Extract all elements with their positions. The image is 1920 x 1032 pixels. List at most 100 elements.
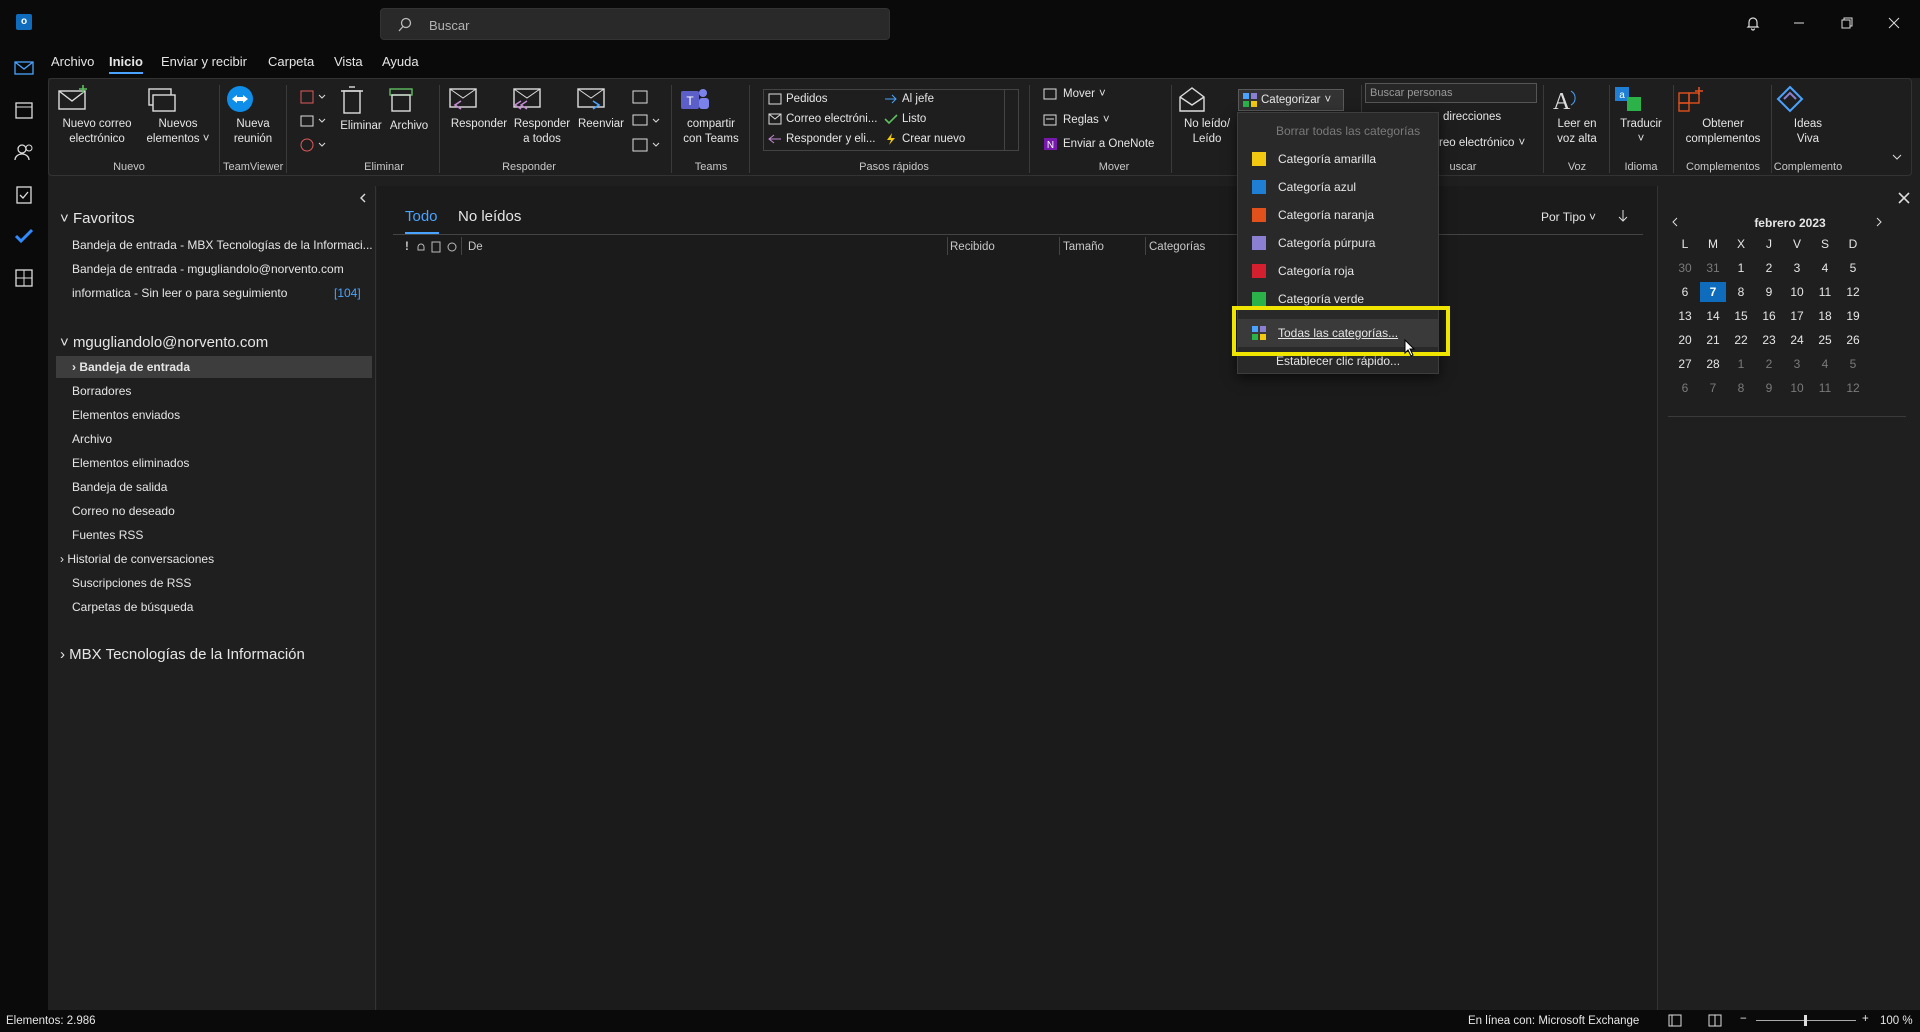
calendar-day[interactable]: 24 bbox=[1784, 330, 1810, 350]
minimize-button[interactable] bbox=[1776, 10, 1822, 36]
calendar-day[interactable]: 7 bbox=[1700, 378, 1726, 398]
calendar-day[interactable]: 25 bbox=[1812, 330, 1838, 350]
calendar-day[interactable]: 8 bbox=[1728, 282, 1754, 302]
quick-step-crear-nuevo[interactable]: Crear nuevo bbox=[884, 133, 965, 145]
get-addins-button[interactable]: Obtener complementos bbox=[1677, 85, 1769, 147]
favorite-item[interactable]: Bandeja de entrada - mgugliandolo@norven… bbox=[72, 262, 344, 276]
zoom-slider-thumb[interactable] bbox=[1804, 1015, 1807, 1026]
folder-item[interactable]: Elementos enviados bbox=[72, 408, 180, 422]
calendar-day[interactable]: 27 bbox=[1672, 354, 1698, 374]
categorize-button[interactable]: Categorizar ˅ bbox=[1238, 89, 1344, 111]
calendar-day[interactable]: 8 bbox=[1728, 378, 1754, 398]
calendar-day[interactable]: 5 bbox=[1840, 258, 1866, 278]
column-from[interactable]: De bbox=[468, 241, 483, 253]
folder-item-inbox[interactable]: › Bandeja de entrada bbox=[56, 356, 372, 378]
calendar-day[interactable]: 16 bbox=[1756, 306, 1782, 326]
ignore-icon[interactable] bbox=[299, 89, 327, 105]
calendar-day[interactable]: 4 bbox=[1812, 258, 1838, 278]
menu-item-category[interactable]: Categoría azul bbox=[1238, 173, 1438, 201]
menu-item-category[interactable]: Categoría roja bbox=[1238, 257, 1438, 285]
favorite-item[interactable]: Bandeja de entrada - MBX Tecnologías de … bbox=[72, 238, 373, 252]
quick-step-correo[interactable]: Correo electróni... bbox=[768, 113, 877, 125]
prev-month-chevron-icon[interactable] bbox=[1670, 216, 1680, 228]
folder-item[interactable]: Carpetas de búsqueda bbox=[72, 600, 193, 614]
calendar-day[interactable]: 4 bbox=[1812, 354, 1838, 374]
read-aloud-button[interactable]: A Leer en voz alta bbox=[1549, 85, 1605, 147]
calendar-day[interactable]: 15 bbox=[1728, 306, 1754, 326]
calendar-day[interactable]: 12 bbox=[1840, 378, 1866, 398]
quick-step-responder-eliminar[interactable]: Responder y eli... bbox=[768, 133, 876, 145]
menu-item-category[interactable]: Categoría púrpura bbox=[1238, 229, 1438, 257]
folder-item[interactable]: Archivo bbox=[72, 432, 112, 446]
address-book-button[interactable]: direcciones bbox=[1443, 111, 1501, 123]
folder-item[interactable]: Fuentes RSS bbox=[72, 528, 143, 542]
calendar-day[interactable]: 7 bbox=[1700, 282, 1726, 302]
share-teams-button[interactable]: T compartir con Teams bbox=[679, 85, 743, 147]
tab-enviar-recibir[interactable]: Enviar y recibir bbox=[161, 54, 247, 69]
calendar-day[interactable]: 6 bbox=[1672, 282, 1698, 302]
normal-view-icon[interactable] bbox=[1668, 1014, 1682, 1027]
menu-item-category[interactable]: Categoría amarilla bbox=[1238, 145, 1438, 173]
translate-button[interactable]: a Traducir ˅ bbox=[1613, 85, 1669, 147]
collapse-pane-chevron-icon[interactable] bbox=[358, 192, 368, 204]
calendar-day[interactable]: 2 bbox=[1756, 258, 1782, 278]
reading-view-icon[interactable] bbox=[1708, 1014, 1722, 1027]
calendar-day[interactable]: 10 bbox=[1784, 378, 1810, 398]
meeting-reply-icon[interactable] bbox=[631, 89, 651, 105]
calendar-day[interactable]: 12 bbox=[1840, 282, 1866, 302]
move-button[interactable]: Mover ˅ bbox=[1043, 87, 1106, 101]
tasks-icon[interactable] bbox=[12, 182, 36, 206]
zoom-out-button[interactable]: − bbox=[1740, 1013, 1747, 1025]
apps-icon[interactable] bbox=[12, 266, 36, 290]
folder-item[interactable]: Correo no deseado bbox=[72, 504, 175, 518]
calendar-day[interactable]: 31 bbox=[1700, 258, 1726, 278]
sort-by-dropdown[interactable]: Por Tipo ˅ bbox=[1541, 210, 1596, 224]
calendar-day[interactable]: 10 bbox=[1784, 282, 1810, 302]
im-reply-icon[interactable] bbox=[631, 113, 661, 129]
folder-item[interactable]: Borradores bbox=[72, 384, 131, 398]
folder-item[interactable]: Suscripciones de RSS bbox=[72, 576, 191, 590]
search-box[interactable]: Buscar bbox=[380, 8, 890, 40]
calendar-day[interactable]: 13 bbox=[1672, 306, 1698, 326]
calendar-day[interactable]: 20 bbox=[1672, 330, 1698, 350]
tab-carpeta[interactable]: Carpeta bbox=[268, 54, 314, 69]
calendar-day[interactable]: 17 bbox=[1784, 306, 1810, 326]
reminder-column-icon[interactable] bbox=[415, 241, 427, 253]
column-importance[interactable]: ! bbox=[405, 241, 409, 253]
search-people-input[interactable]: Buscar personas bbox=[1365, 83, 1537, 103]
rules-button[interactable]: Reglas ˅ bbox=[1043, 113, 1110, 127]
calendar-day[interactable]: 26 bbox=[1840, 330, 1866, 350]
calendar-day[interactable]: 21 bbox=[1700, 330, 1726, 350]
delete-button[interactable]: Eliminar bbox=[339, 85, 383, 134]
next-month-chevron-icon[interactable] bbox=[1874, 216, 1884, 228]
quick-step-pedidos[interactable]: Pedidos bbox=[768, 93, 828, 105]
archive-button[interactable]: Archivo bbox=[387, 85, 431, 134]
calendar-day[interactable]: 6 bbox=[1672, 378, 1698, 398]
reply-all-button[interactable]: Responder a todos bbox=[511, 85, 573, 147]
tab-archivo[interactable]: Archivo bbox=[51, 54, 94, 69]
filter-email-button[interactable]: reo electrónico ˅ bbox=[1439, 137, 1525, 149]
calendar-day[interactable]: 11 bbox=[1812, 378, 1838, 398]
calendar-day[interactable]: 14 bbox=[1700, 306, 1726, 326]
folder-item[interactable]: Elementos eliminados bbox=[72, 456, 189, 470]
calendar-day[interactable]: 3 bbox=[1784, 354, 1810, 374]
close-pane-icon[interactable] bbox=[1898, 192, 1910, 204]
viva-ideas-button[interactable]: Ideas Viva bbox=[1775, 85, 1841, 147]
todo-icon[interactable] bbox=[12, 224, 36, 248]
cleanup-icon[interactable] bbox=[299, 113, 327, 129]
onenote-button[interactable]: N Enviar a OneNote bbox=[1043, 137, 1154, 151]
calendar-day[interactable]: 11 bbox=[1812, 282, 1838, 302]
calendar-day[interactable]: 23 bbox=[1756, 330, 1782, 350]
ribbon-collapse-chevron-icon[interactable] bbox=[1891, 153, 1903, 163]
reply-button[interactable]: Responder bbox=[447, 85, 511, 132]
junk-icon[interactable] bbox=[299, 137, 327, 153]
folder-item-conversation-history[interactable]: › Historial de conversaciones bbox=[60, 552, 214, 566]
column-received[interactable]: Recibido bbox=[950, 241, 995, 253]
mail-icon[interactable] bbox=[12, 56, 36, 80]
column-size[interactable]: Tamaño bbox=[1063, 241, 1104, 253]
calendar-day[interactable]: 30 bbox=[1672, 258, 1698, 278]
calendar-day[interactable]: 1 bbox=[1728, 258, 1754, 278]
tab-todo[interactable]: Todo bbox=[405, 208, 438, 225]
attachment-column-icon[interactable] bbox=[447, 241, 457, 253]
tab-vista[interactable]: Vista bbox=[334, 54, 363, 69]
